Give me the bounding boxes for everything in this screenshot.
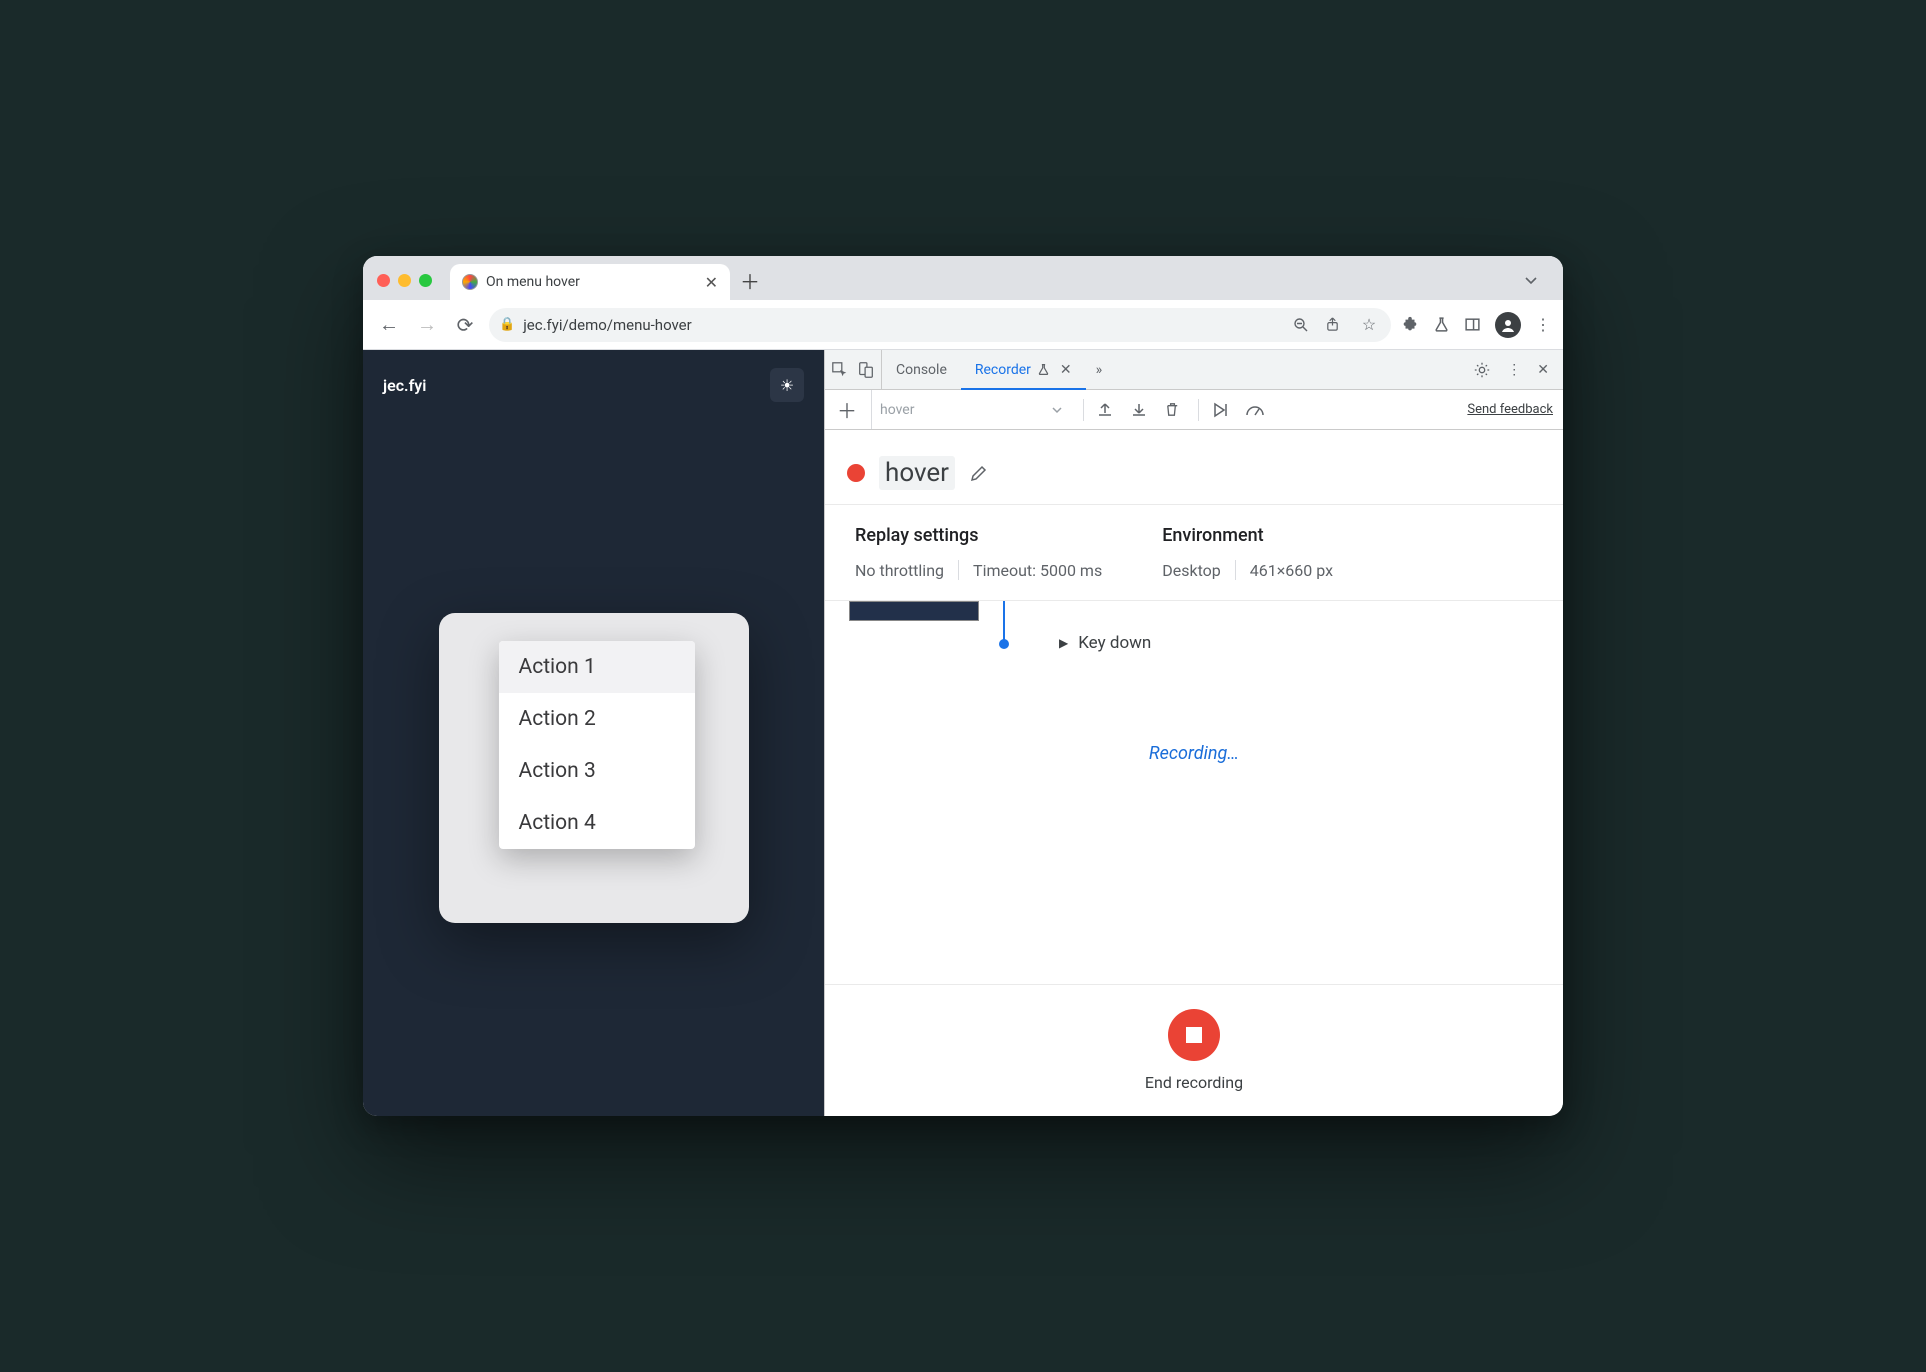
menu-item-3[interactable]: Action 3 (499, 745, 695, 797)
menu-item-2[interactable]: Action 2 (499, 693, 695, 745)
address-bar[interactable]: 🔒 jec.fyi/demo/menu-hover ☆ (489, 308, 1391, 342)
performance-icon[interactable] (1245, 402, 1267, 418)
menu-item-1[interactable]: Action 1 (499, 641, 695, 693)
tab-favicon-icon (462, 274, 478, 290)
settings-gear-icon[interactable] (1473, 361, 1491, 379)
more-tabs-icon[interactable]: » (1086, 350, 1113, 389)
environment-heading: Environment (1162, 525, 1333, 546)
back-button[interactable]: ← (375, 312, 403, 337)
theme-toggle-button[interactable]: ☀ (770, 368, 804, 402)
minimize-window-icon[interactable] (398, 274, 411, 287)
env-device: Desktop (1162, 561, 1221, 580)
delete-icon[interactable] (1164, 401, 1186, 418)
edit-name-icon[interactable] (969, 463, 989, 483)
hover-card[interactable]: Hover over me! Action 1 Action 2 Action … (439, 613, 749, 923)
zoom-out-icon[interactable] (1293, 317, 1317, 333)
new-tab-button[interactable]: ＋ (740, 266, 760, 295)
end-recording-button[interactable] (1168, 1009, 1220, 1061)
share-icon[interactable] (1325, 317, 1349, 332)
labs-flask-icon[interactable] (1433, 316, 1450, 333)
replay-settings-heading: Replay settings (855, 525, 1102, 546)
url-text: jec.fyi/demo/menu-hover (523, 316, 1285, 334)
expand-triangle-icon[interactable]: ▶ (1059, 636, 1068, 650)
record-indicator-icon (847, 464, 865, 482)
recorder-footer: End recording (825, 984, 1563, 1116)
lock-icon: 🔒 (499, 317, 515, 332)
devtools-menu-icon[interactable]: ⋮ (1507, 362, 1521, 378)
tab-title: On menu hover (486, 274, 697, 290)
toolbar: ← → ⟳ 🔒 jec.fyi/demo/menu-hover ☆ (363, 300, 1563, 350)
env-dimensions: 461×660 px (1250, 561, 1333, 580)
step-row[interactable]: ▶ Key down (1059, 633, 1539, 653)
recording-title-row: hover (825, 430, 1563, 505)
recorder-settings: Replay settings No throttling Timeout: 5… (825, 505, 1563, 601)
send-feedback-link[interactable]: Send feedback (1467, 402, 1553, 417)
inspect-element-icon[interactable] (831, 361, 849, 379)
recording-status: Recording… (849, 743, 1539, 764)
webpage-viewport: jec.fyi ☀ Hover over me! Action 1 Action… (363, 350, 824, 1116)
devtools-tabbar: Console Recorder ✕ » ⋮ ✕ (825, 350, 1563, 390)
profile-avatar-icon[interactable] (1495, 312, 1521, 338)
timeout-value[interactable]: Timeout: 5000 ms (973, 561, 1102, 580)
tab-strip: On menu hover ✕ ＋ (363, 256, 1563, 300)
reload-button[interactable]: ⟳ (451, 313, 479, 337)
window-controls (377, 274, 432, 287)
close-window-icon[interactable] (377, 274, 390, 287)
recorder-toolbar: ＋ hover (825, 390, 1563, 430)
flask-icon (1037, 363, 1050, 376)
tab-close-icon[interactable]: ✕ (705, 273, 718, 292)
devtools-panel: Console Recorder ✕ » ⋮ ✕ (824, 350, 1563, 1116)
chrome-menu-icon[interactable]: ⋮ (1535, 315, 1551, 334)
bookmark-icon[interactable]: ☆ (1357, 315, 1381, 334)
recording-name[interactable]: hover (879, 456, 955, 490)
browser-window: On menu hover ✕ ＋ ← → ⟳ 🔒 jec.fyi/demo/m… (363, 256, 1563, 1116)
step-label: Key down (1078, 633, 1151, 653)
forward-button[interactable]: → (413, 312, 441, 337)
throttling-value[interactable]: No throttling (855, 561, 944, 580)
import-icon[interactable] (1130, 401, 1152, 419)
replay-icon[interactable] (1211, 401, 1233, 419)
content-area: jec.fyi ☀ Hover over me! Action 1 Action… (363, 350, 1563, 1116)
step-thumbnail (849, 601, 979, 621)
tabs-dropdown-icon[interactable] (1523, 272, 1539, 288)
close-devtools-icon[interactable]: ✕ (1537, 362, 1549, 378)
export-icon[interactable] (1096, 401, 1118, 419)
close-tab-icon[interactable]: ✕ (1060, 362, 1072, 378)
extension-icons: ⋮ (1401, 312, 1551, 338)
site-title: jec.fyi (383, 376, 426, 395)
tab-console[interactable]: Console (882, 350, 961, 389)
extensions-puzzle-icon[interactable] (1401, 316, 1419, 334)
side-panel-icon[interactable] (1464, 316, 1481, 333)
flow-select[interactable]: hover (871, 390, 1071, 429)
chevron-down-icon (1051, 404, 1063, 416)
stop-icon (1186, 1027, 1202, 1043)
tab-recorder[interactable]: Recorder ✕ (961, 350, 1086, 389)
step-connector (1003, 601, 1005, 645)
steps-list: ▶ Key down Recording… (825, 601, 1563, 984)
new-recording-button[interactable]: ＋ (835, 395, 859, 424)
maximize-window-icon[interactable] (419, 274, 432, 287)
device-toggle-icon[interactable] (857, 361, 875, 379)
browser-tab[interactable]: On menu hover ✕ (450, 264, 730, 300)
hover-menu: Action 1 Action 2 Action 3 Action 4 (499, 641, 695, 849)
menu-item-4[interactable]: Action 4 (499, 797, 695, 849)
end-recording-label: End recording (1145, 1073, 1243, 1092)
sun-icon: ☀ (780, 376, 794, 395)
